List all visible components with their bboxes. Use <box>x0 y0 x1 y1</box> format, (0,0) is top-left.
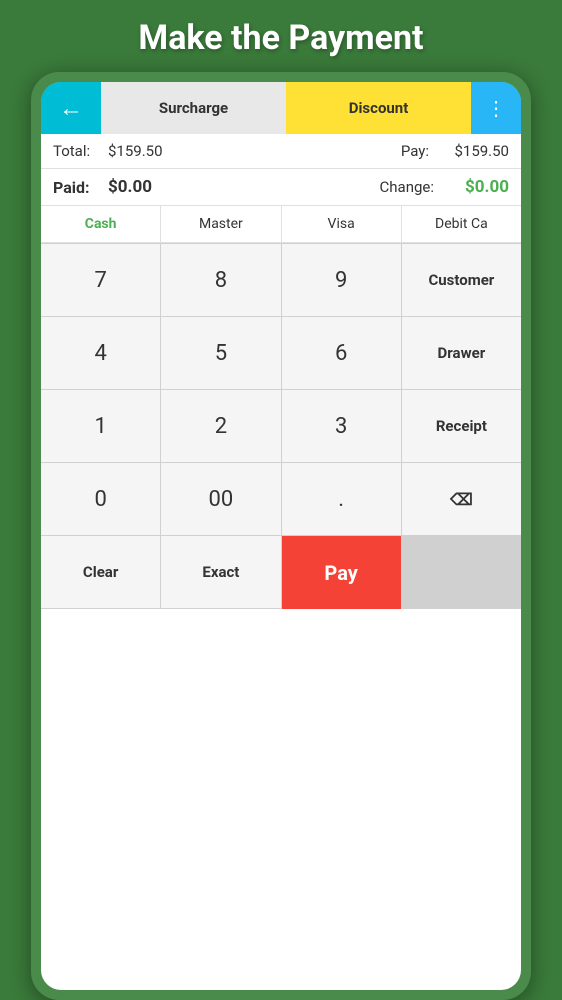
change-label: Change: <box>359 178 434 196</box>
key-pay[interactable]: Pay <box>282 536 401 609</box>
key-4[interactable]: 4 <box>41 317 160 389</box>
key-5[interactable]: 5 <box>161 317 280 389</box>
key-2[interactable]: 2 <box>161 390 280 462</box>
payment-method-master[interactable]: Master <box>161 206 281 242</box>
key-00[interactable]: 00 <box>161 463 280 535</box>
key-exact[interactable]: Exact <box>161 536 280 608</box>
keypad: 7 8 9 Customer 4 5 6 Drawer 1 2 3 Receip… <box>41 243 521 609</box>
menu-button[interactable]: ⋮ <box>471 82 521 134</box>
key-clear[interactable]: Clear <box>41 536 160 608</box>
pay-value: $159.50 <box>429 142 509 160</box>
total-label: Total: <box>53 142 108 160</box>
key-1[interactable]: 1 <box>41 390 160 462</box>
pay-label: Pay: <box>384 142 429 160</box>
phone-inner: ← Surcharge Discount ⋮ Total: $159.50 Pa… <box>41 82 521 990</box>
key-7[interactable]: 7 <box>41 244 160 316</box>
paid-row: Paid: $0.00 Change: $0.00 <box>41 169 521 206</box>
top-bar: ← Surcharge Discount ⋮ <box>41 82 521 134</box>
paid-value: $0.00 <box>108 177 359 197</box>
menu-icon: ⋮ <box>486 96 506 120</box>
phone-frame: ← Surcharge Discount ⋮ Total: $159.50 Pa… <box>31 72 531 1000</box>
key-receipt[interactable]: Receipt <box>402 390 521 462</box>
discount-tab[interactable]: Discount <box>286 82 471 134</box>
key-customer[interactable]: Customer <box>402 244 521 316</box>
surcharge-label: Surcharge <box>159 99 228 117</box>
payment-methods-row: Cash Master Visa Debit Ca <box>41 206 521 243</box>
surcharge-tab[interactable]: Surcharge <box>101 82 286 134</box>
back-button[interactable]: ← <box>41 82 101 134</box>
key-backspace[interactable]: ⌫ <box>402 463 521 535</box>
key-6[interactable]: 6 <box>282 317 401 389</box>
key-drawer[interactable]: Drawer <box>402 317 521 389</box>
payment-method-debit[interactable]: Debit Ca <box>402 206 521 242</box>
payment-method-cash[interactable]: Cash <box>41 206 161 242</box>
paid-label: Paid: <box>53 178 108 197</box>
total-value: $159.50 <box>108 142 384 160</box>
backspace-icon: ⌫ <box>450 490 473 509</box>
back-arrow-icon: ← <box>59 94 83 123</box>
discount-label: Discount <box>349 99 409 117</box>
total-row: Total: $159.50 Pay: $159.50 <box>41 134 521 169</box>
key-0[interactable]: 0 <box>41 463 160 535</box>
page-title: Make the Payment <box>128 0 433 72</box>
key-dot[interactable]: . <box>282 463 401 535</box>
change-value: $0.00 <box>434 177 509 197</box>
key-9[interactable]: 9 <box>282 244 401 316</box>
payment-method-visa[interactable]: Visa <box>282 206 402 242</box>
key-8[interactable]: 8 <box>161 244 280 316</box>
key-3[interactable]: 3 <box>282 390 401 462</box>
